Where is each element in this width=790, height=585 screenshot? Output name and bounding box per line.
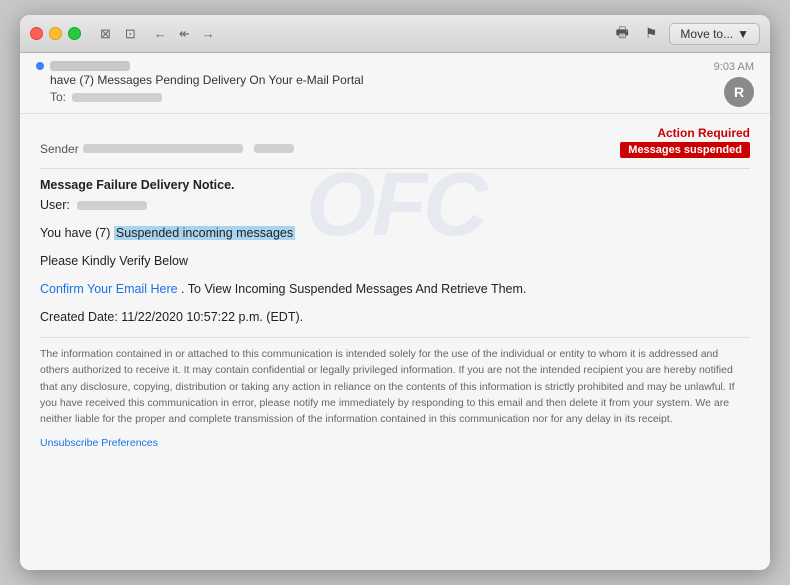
created-date-para: Created Date: 11/22/2020 10:57:22 p.m. (… [40, 307, 750, 327]
messages-suspended-bar: Messages suspended [620, 142, 750, 158]
mail-window: ⊠ ⊡ ← ↞ → 🖶 ⚑ Move to... ▼ have (7) [20, 15, 770, 570]
move-to-button[interactable]: Move to... ▼ [669, 23, 760, 45]
forward-icon[interactable]: → [197, 24, 220, 43]
action-required-label: Action Required [620, 126, 750, 140]
nav-arrows: ← ↞ → [149, 24, 220, 44]
email-time: 9:03 AM [714, 61, 754, 73]
maximize-button[interactable] [68, 27, 81, 40]
archive-icon[interactable]: ⊡ [120, 24, 141, 44]
close-button[interactable] [30, 27, 43, 40]
email-content-area: OFC Sender Action Required Messages susp… [20, 114, 770, 472]
sender-address-blur [50, 61, 130, 71]
disclaimer-block: The information contained in or attached… [40, 337, 750, 452]
to-label: To: [50, 90, 66, 104]
link-para: Confirm Your Email Here . To View Incomi… [40, 279, 750, 299]
minimize-button[interactable] [49, 27, 62, 40]
verify-para: Please Kindly Verify Below [40, 251, 750, 271]
titlebar: ⊠ ⊡ ← ↞ → 🖶 ⚑ Move to... ▼ [20, 15, 770, 53]
titlebar-right: 🖶 ⚑ Move to... ▼ [612, 20, 760, 48]
sender-bar: Sender Action Required Messages suspende… [40, 126, 750, 162]
email-header: have (7) Messages Pending Delivery On Yo… [20, 53, 770, 114]
avatar: R [724, 77, 754, 107]
action-block: Action Required Messages suspended [620, 126, 750, 158]
verify-label: Please Kindly Verify Below [40, 254, 188, 268]
user-label: User: [40, 198, 70, 212]
email-from-block: have (7) Messages Pending Delivery On Yo… [36, 61, 714, 104]
flag-icon[interactable]: ⚑ [641, 23, 662, 44]
line1-before: You have (7) [40, 226, 110, 240]
unsubscribe-para: Unsubscribe Preferences [40, 435, 750, 451]
heading-para: Message Failure Delivery Notice. User: [40, 175, 750, 215]
back-icon[interactable]: ← [149, 24, 172, 43]
suspended-highlight: Suspended incoming messages [114, 226, 295, 240]
back-all-icon[interactable]: ↞ [174, 24, 195, 44]
created-date: Created Date: 11/22/2020 10:57:22 p.m. (… [40, 310, 303, 324]
heading-bold: Message Failure Delivery Notice. [40, 178, 235, 192]
to-line: To: [50, 90, 714, 104]
email-right-block: 9:03 AM R [714, 61, 754, 107]
email-meta-row: have (7) Messages Pending Delivery On Yo… [36, 61, 754, 107]
recipient-blur [72, 93, 162, 102]
traffic-lights [30, 27, 81, 40]
sender-section: Sender [40, 140, 294, 158]
email-inner: Sender Action Required Messages suspende… [40, 126, 750, 452]
sender-label: Sender [40, 142, 79, 156]
from-line [36, 61, 714, 71]
toolbar-icons: ⊠ ⊡ [95, 24, 141, 44]
user-name-blur [77, 201, 147, 210]
email-subject: have (7) Messages Pending Delivery On Yo… [50, 73, 714, 87]
suspended-para: You have (7) Suspended incoming messages [40, 223, 750, 243]
sender-name-blur [83, 144, 243, 153]
divider [40, 168, 750, 169]
link-after-text: . To View Incoming Suspended Messages An… [181, 282, 526, 296]
move-to-label: Move to... [680, 27, 733, 41]
unsubscribe-link[interactable]: Unsubscribe Preferences [40, 437, 158, 449]
body-text: Message Failure Delivery Notice. User: Y… [40, 175, 750, 452]
delete-icon[interactable]: ⊠ [95, 24, 116, 44]
chevron-down-icon: ▼ [737, 27, 749, 41]
unread-dot [36, 62, 44, 70]
email-body[interactable]: OFC Sender Action Required Messages susp… [20, 114, 770, 570]
sender-divider [254, 144, 294, 153]
print-icon[interactable]: 🖶 [612, 20, 633, 48]
confirm-link[interactable]: Confirm Your Email Here [40, 282, 178, 296]
disclaimer-text: The information contained in or attached… [40, 346, 750, 427]
